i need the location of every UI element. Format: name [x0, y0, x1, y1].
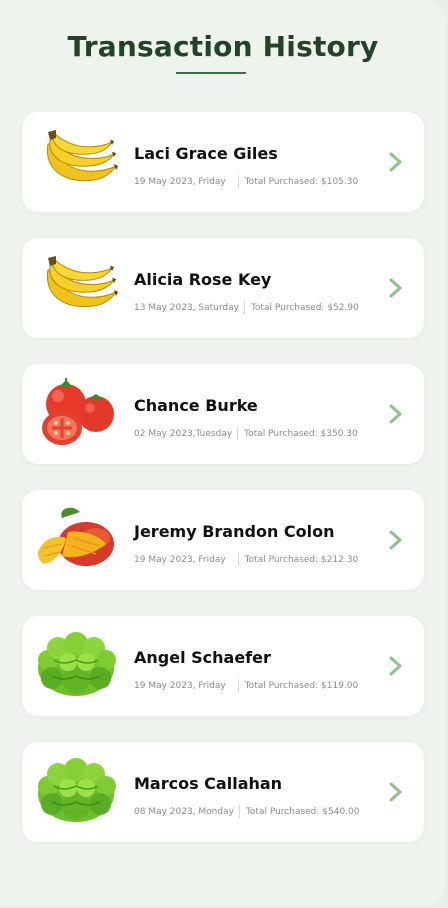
meta-divider [237, 427, 239, 440]
customer-name: Chance Burke [134, 396, 258, 415]
banana-icon [46, 130, 118, 182]
page-title: Transaction History [67, 30, 379, 63]
purchase-date: 02 May 2023,Tuesday [134, 428, 233, 439]
banana-icon [46, 256, 118, 308]
transaction-card[interactable]: Chance Burke 02 May 2023,Tuesday Total P… [22, 364, 424, 464]
title-underline [176, 72, 246, 74]
meta-divider [243, 301, 245, 314]
customer-name: Angel Schaefer [134, 648, 271, 667]
transaction-card[interactable]: Laci Grace Giles 19 May 2023, Friday Tot… [22, 112, 424, 212]
transaction-meta: 19 May 2023, Friday Total Purchased: $11… [134, 679, 358, 692]
meta-divider [237, 679, 239, 692]
screen: Transaction History Laci Grace Giles 19 … [0, 0, 446, 906]
purchase-date: 19 May 2023, Friday [134, 554, 226, 565]
transaction-meta: 02 May 2023,Tuesday Total Purchased: $35… [134, 427, 358, 440]
meta-divider [237, 553, 239, 566]
transaction-card[interactable]: Marcos Callahan 08 May 2023, Monday Tota… [22, 742, 424, 842]
mango-icon [38, 507, 114, 566]
chevron-right-icon[interactable] [388, 529, 404, 551]
transaction-card[interactable]: Alicia Rose Key 13 May 2023, Saturday To… [22, 238, 424, 338]
total-purchased: Total Purchased: $350.30 [244, 428, 358, 439]
tomato-icon [42, 378, 114, 445]
meta-divider [238, 805, 240, 818]
chevron-right-icon[interactable] [388, 403, 404, 425]
chevron-right-icon[interactable] [388, 151, 404, 173]
transaction-meta: 19 May 2023, Friday Total Purchased: $21… [134, 553, 358, 566]
purchase-date: 19 May 2023, Friday [134, 176, 226, 187]
meta-divider [237, 175, 239, 188]
purchase-date: 19 May 2023, Friday [134, 680, 226, 691]
chevron-right-icon[interactable] [388, 277, 404, 299]
purchase-date: 08 May 2023, Monday [134, 806, 234, 817]
lettuce-icon [38, 632, 116, 696]
customer-name: Jeremy Brandon Colon [134, 522, 335, 541]
total-purchased: Total Purchased: $52.90 [250, 302, 359, 313]
transaction-meta: 19 May 2023, Friday Total Purchased: $10… [134, 175, 358, 188]
total-purchased: Total Purchased: $119.00 [244, 680, 359, 691]
purchase-date: 13 May 2023, Saturday [134, 302, 239, 313]
customer-name: Laci Grace Giles [134, 144, 278, 163]
total-purchased: Total Purchased: $540.00 [245, 806, 360, 817]
customer-name: Marcos Callahan [134, 774, 283, 793]
total-purchased: Total Purchased: $212.30 [244, 554, 359, 565]
transaction-meta: 08 May 2023, Monday Total Purchased: $54… [134, 805, 360, 818]
transaction-card[interactable]: Jeremy Brandon Colon 19 May 2023, Friday… [22, 490, 424, 590]
lettuce-icon [38, 758, 116, 822]
chevron-right-icon[interactable] [388, 781, 404, 803]
transaction-meta: 13 May 2023, Saturday Total Purchased: $… [134, 301, 359, 314]
chevron-right-icon[interactable] [388, 655, 404, 677]
customer-name: Alicia Rose Key [134, 270, 272, 289]
transaction-card[interactable]: Angel Schaefer 19 May 2023, Friday Total… [22, 616, 424, 716]
total-purchased: Total Purchased: $105.30 [244, 176, 359, 187]
